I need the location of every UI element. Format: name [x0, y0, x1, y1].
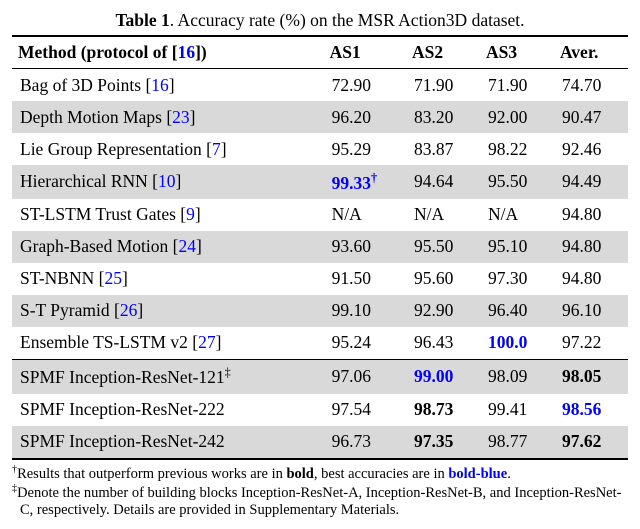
table-row: ST-NBNN [25]91.5095.6097.3094.80: [12, 263, 628, 295]
table-row: ST-LSTM Trust Gates [9]N/AN/AN/A94.80: [12, 199, 628, 231]
cell-as2: 71.90: [406, 69, 480, 102]
method-cell: Ensemble TS-LSTM v2 [27]: [12, 327, 324, 360]
cell-as1: 91.50: [324, 263, 406, 295]
cell-avg: 94.49: [554, 165, 628, 199]
fn2-text: Denote the number of building blocks Inc…: [17, 485, 621, 518]
method-cell: Graph-Based Motion [24]: [12, 231, 324, 263]
cell-as2: N/A: [406, 199, 480, 231]
cell-as1: 95.24: [324, 327, 406, 360]
col-method: Method (protocol of [16]): [12, 36, 324, 69]
table-body: Bag of 3D Points [16]72.9071.9071.9074.7…: [12, 69, 628, 459]
cell-as3: 98.22: [480, 133, 554, 165]
cell-avg: 94.80: [554, 263, 628, 295]
cell-as3: 97.30: [480, 263, 554, 295]
cell-as3: 95.10: [480, 231, 554, 263]
cell-as3: 92.00: [480, 101, 554, 133]
method-prefix: Method (protocol of [: [18, 42, 178, 62]
method-ref: 16: [178, 42, 196, 62]
cell-as2: 98.73: [406, 394, 480, 426]
cell-as1: 97.06: [324, 359, 406, 393]
method-cell: Depth Motion Maps [23]: [12, 101, 324, 133]
cell-avg: 98.56: [554, 394, 628, 426]
method-cell: Lie Group Representation [7]: [12, 133, 324, 165]
cell-as2: 95.60: [406, 263, 480, 295]
cell-as2: 83.87: [406, 133, 480, 165]
cell-as2: 96.43: [406, 327, 480, 360]
cell-avg: 97.62: [554, 426, 628, 459]
cell-as2: 97.35: [406, 426, 480, 459]
col-as2: AS2: [406, 36, 480, 69]
cell-as3: 100.0: [480, 327, 554, 360]
cell-as2: 99.00: [406, 359, 480, 393]
cell-as1: 95.29: [324, 133, 406, 165]
results-table: Method (protocol of [16]) AS1 AS2 AS3 Av…: [12, 35, 628, 460]
method-cell: SPMF Inception-ResNet-242: [12, 426, 324, 459]
cell-avg: 92.46: [554, 133, 628, 165]
cell-as3: 99.41: [480, 394, 554, 426]
method-suffix: ]): [195, 42, 207, 62]
method-cell: Bag of 3D Points [16]: [12, 69, 324, 102]
table-row: S-T Pyramid [26]99.1092.9096.4096.10: [12, 295, 628, 327]
table-row: SPMF Inception-ResNet-24296.7397.3598.77…: [12, 426, 628, 459]
fn1-pre: Results that outperform previous works a…: [17, 465, 286, 481]
cell-as3: 98.77: [480, 426, 554, 459]
caption-label: Table 1: [115, 10, 169, 30]
cell-as3: N/A: [480, 199, 554, 231]
cell-avg: 96.10: [554, 295, 628, 327]
cell-avg: 94.80: [554, 199, 628, 231]
cell-as1: 72.90: [324, 69, 406, 102]
cell-as3: 98.09: [480, 359, 554, 393]
fn1-mid: , best accuracies are in: [314, 465, 448, 481]
cell-as1: 96.73: [324, 426, 406, 459]
cell-as2: 94.64: [406, 165, 480, 199]
cell-avg: 97.22: [554, 327, 628, 360]
col-as1: AS1: [324, 36, 406, 69]
cell-avg: 74.70: [554, 69, 628, 102]
table-row: SPMF Inception-ResNet-121‡97.0699.0098.0…: [12, 359, 628, 393]
cell-as1: 96.20: [324, 101, 406, 133]
footnotes: †Results that outperform previous works …: [12, 464, 628, 520]
footnote-1: †Results that outperform previous works …: [12, 464, 628, 483]
method-cell: ST-NBNN [25]: [12, 263, 324, 295]
cell-as1: 99.10: [324, 295, 406, 327]
table-row: Graph-Based Motion [24]93.6095.5095.1094…: [12, 231, 628, 263]
cell-as2: 83.20: [406, 101, 480, 133]
cell-as3: 95.50: [480, 165, 554, 199]
table-row: Depth Motion Maps [23]96.2083.2092.0090.…: [12, 101, 628, 133]
col-aver: Aver.: [554, 36, 628, 69]
cell-as1: 93.60: [324, 231, 406, 263]
method-cell: SPMF Inception-ResNet-222: [12, 394, 324, 426]
cell-as2: 95.50: [406, 231, 480, 263]
fn1-bold: bold: [286, 465, 313, 481]
table-row: Ensemble TS-LSTM v2 [27]95.2496.43100.09…: [12, 327, 628, 360]
method-cell: Hierarchical RNN [10]: [12, 165, 324, 199]
cell-as3: 71.90: [480, 69, 554, 102]
method-cell: S-T Pyramid [26]: [12, 295, 324, 327]
footnote-2: ‡Denote the number of building blocks In…: [12, 483, 628, 520]
cell-avg: 94.80: [554, 231, 628, 263]
method-cell: SPMF Inception-ResNet-121‡: [12, 359, 324, 393]
method-cell: ST-LSTM Trust Gates [9]: [12, 199, 324, 231]
table-row: Lie Group Representation [7]95.2983.8798…: [12, 133, 628, 165]
table-header-row: Method (protocol of [16]) AS1 AS2 AS3 Av…: [12, 36, 628, 69]
cell-as1: N/A: [324, 199, 406, 231]
table-caption: Table 1. Accuracy rate (%) on the MSR Ac…: [12, 10, 628, 31]
cell-as2: 92.90: [406, 295, 480, 327]
table-row: Bag of 3D Points [16]72.9071.9071.9074.7…: [12, 69, 628, 102]
cell-avg: 98.05: [554, 359, 628, 393]
cell-as1: 99.33†: [324, 165, 406, 199]
cell-avg: 90.47: [554, 101, 628, 133]
table-row: SPMF Inception-ResNet-22297.5498.7399.41…: [12, 394, 628, 426]
cell-as3: 96.40: [480, 295, 554, 327]
caption-text: . Accuracy rate (%) on the MSR Action3D …: [170, 10, 525, 30]
fn1-end: .: [507, 465, 511, 481]
cell-as1: 97.54: [324, 394, 406, 426]
table-row: Hierarchical RNN [10]99.33†94.6495.5094.…: [12, 165, 628, 199]
col-as3: AS3: [480, 36, 554, 69]
fn1-best: bold-blue: [448, 465, 507, 481]
